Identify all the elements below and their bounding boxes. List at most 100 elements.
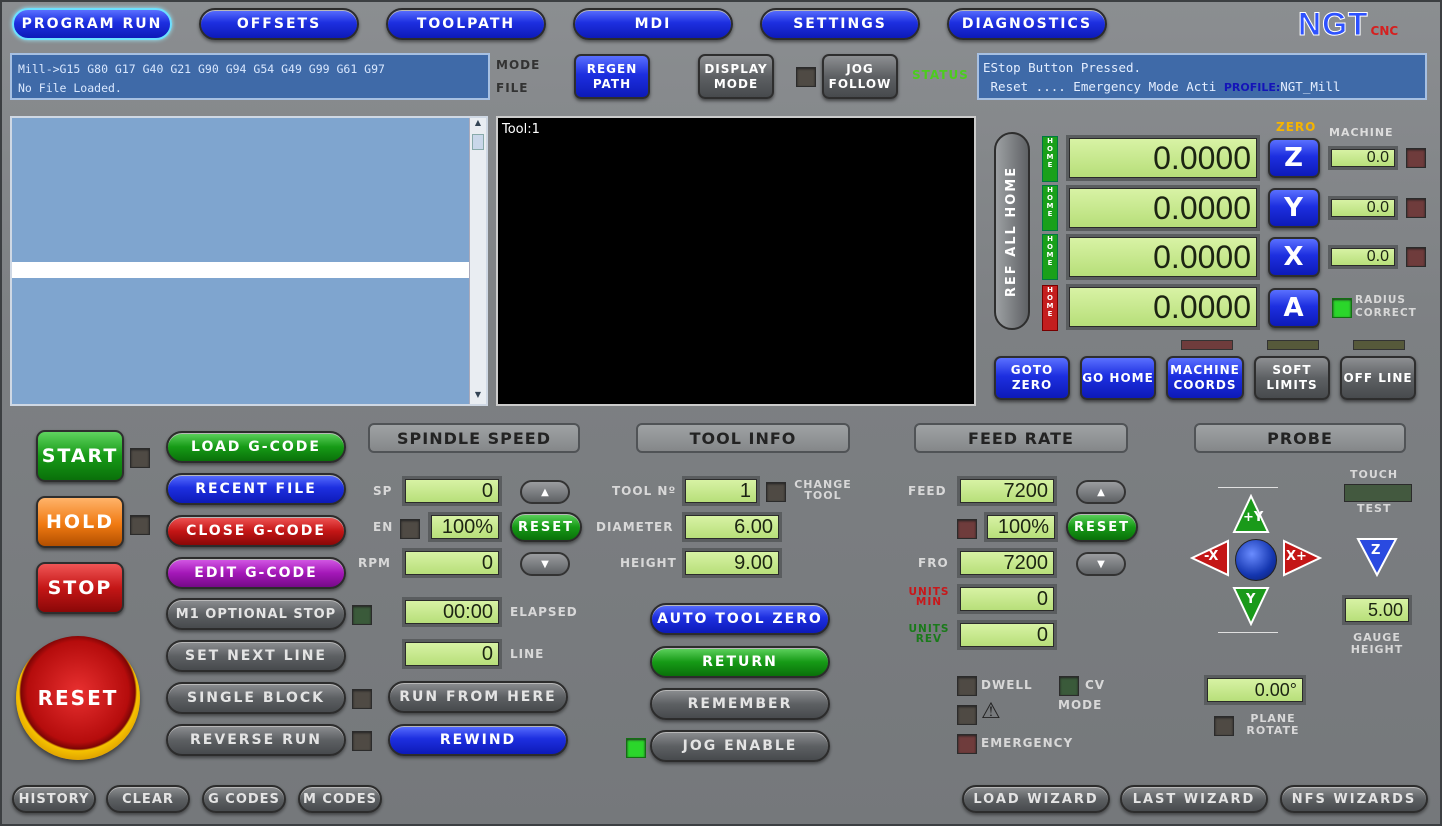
edit-gcode-button[interactable]: EDIT G-CODE (166, 557, 346, 589)
fro-label: FRO (918, 556, 949, 570)
zero-y-button[interactable]: Y (1268, 188, 1320, 228)
plane-rotate-value[interactable]: 0.00° (1204, 675, 1306, 705)
gcode-scrollbar[interactable]: ▲ ▼ (469, 118, 486, 404)
sp-label: SP (373, 484, 393, 498)
zero-z-button[interactable]: Z (1268, 138, 1320, 178)
feed-down-button[interactable]: ▼ (1076, 552, 1126, 576)
tool-no-value[interactable]: 1 (682, 476, 760, 506)
warning-icon: ⚠ (981, 699, 1001, 724)
probe-plus-y-button[interactable]: +Y (1232, 493, 1270, 534)
load-gcode-button[interactable]: LOAD G-CODE (166, 431, 346, 463)
history-button[interactable]: HISTORY (12, 785, 96, 813)
set-next-line-button[interactable]: SET NEXT LINE (166, 640, 346, 672)
display-mode-button[interactable]: DISPLAY MODE (698, 54, 774, 99)
spindle-rpm-value: 0 (402, 548, 502, 578)
scroll-thumb[interactable] (472, 134, 484, 150)
gcode-list[interactable]: ▲ ▼ (10, 116, 488, 406)
tab-diagnostics[interactable]: DIAGNOSTICS (947, 8, 1107, 40)
probe-minus-x-button[interactable]: -X (1189, 539, 1230, 577)
spindle-down-button[interactable]: ▼ (520, 552, 570, 576)
touch-test-led[interactable] (1344, 484, 1412, 502)
soft-limits-button[interactable]: SOFT LIMITS (1254, 356, 1330, 400)
jog-follow-button[interactable]: JOG FOLLOW (822, 54, 898, 99)
tab-offsets[interactable]: OFFSETS (199, 8, 359, 40)
probe-z-button[interactable]: Z (1356, 537, 1398, 578)
profile-label: PROFILE: (1223, 81, 1281, 94)
cycle-start-led (130, 448, 150, 468)
recent-file-button[interactable]: RECENT FILE (166, 473, 346, 505)
go-home-button[interactable]: GO HOME (1080, 356, 1156, 400)
toolpath-view[interactable]: Tool:1 (496, 116, 976, 406)
dro-z-value[interactable]: 0.0000 (1066, 135, 1260, 181)
ref-all-home-button[interactable]: REF ALL HOME (994, 132, 1030, 330)
stop-button[interactable]: STOP (36, 562, 124, 614)
spindle-speed-header: SPINDLE SPEED (368, 423, 580, 453)
auto-tool-zero-button[interactable]: AUTO TOOL ZERO (650, 603, 830, 635)
tool-height-value[interactable]: 9.00 (682, 548, 782, 578)
m1-optional-stop-button[interactable]: M1 OPTIONAL STOP (166, 598, 346, 630)
status-panel: EStop Button Pressed. Reset .... Emergen… (977, 53, 1427, 100)
single-block-button[interactable]: SINGLE BLOCK (166, 682, 346, 714)
dro-a-value[interactable]: 0.0000 (1066, 284, 1260, 330)
feed-hold-button[interactable]: HOLD (36, 496, 124, 548)
tab-program-run[interactable]: PROGRAM RUN (12, 8, 172, 40)
reset-button[interactable]: RESET (16, 636, 140, 760)
radius-correct-label: RADIUS CORRECT (1355, 294, 1417, 319)
probe-header: PROBE (1194, 423, 1406, 453)
cycle-start-button[interactable]: START (36, 430, 124, 482)
m-codes-button[interactable]: M CODES (298, 785, 382, 813)
feed-value[interactable]: 7200 (957, 476, 1057, 506)
cv-mode-label: MODE (1058, 698, 1103, 712)
machine-coords-button[interactable]: MACHINE COORDS (1166, 356, 1244, 400)
spindle-reset-button[interactable]: RESET (510, 512, 582, 542)
toolpath-tool-label: Tool:1 (502, 122, 540, 137)
cv-led (1059, 676, 1079, 696)
cv-label: CV (1085, 678, 1106, 692)
clear-button[interactable]: CLEAR (106, 785, 190, 813)
probe-minus-y-button[interactable]: Y (1232, 586, 1270, 627)
return-button[interactable]: RETURN (650, 646, 830, 678)
rewind-button[interactable]: REWIND (388, 724, 568, 756)
probe-plus-x-button[interactable]: X+ (1282, 539, 1323, 577)
goto-zero-button[interactable]: GOTO ZERO (994, 356, 1070, 400)
jog-enable-button[interactable]: JOG ENABLE (650, 730, 830, 762)
dwell-label: DWELL (981, 678, 1033, 692)
radius-correct-led[interactable] (1332, 298, 1352, 318)
reverse-run-led (352, 731, 372, 751)
zero-x-button[interactable]: X (1268, 237, 1320, 277)
close-gcode-button[interactable]: CLOSE G-CODE (166, 515, 346, 547)
dro-y-value[interactable]: 0.0000 (1066, 185, 1260, 231)
feed-override-value[interactable]: 100% (984, 512, 1058, 542)
load-wizard-button[interactable]: LOAD WIZARD (962, 785, 1110, 813)
line-label: LINE (510, 647, 545, 661)
gcode-current-line (12, 262, 472, 278)
regen-path-button[interactable]: REGEN PATH (574, 54, 650, 99)
zero-a-button[interactable]: A (1268, 288, 1320, 328)
last-wizard-button[interactable]: LAST WIZARD (1120, 785, 1268, 813)
feed-up-button[interactable]: ▲ (1076, 480, 1126, 504)
offline-button[interactable]: OFF LINE (1340, 356, 1416, 400)
scroll-down-icon[interactable]: ▼ (470, 390, 486, 404)
tab-settings[interactable]: SETTINGS (760, 8, 920, 40)
tab-mdi[interactable]: MDI (573, 8, 733, 40)
probe-center-button[interactable] (1235, 539, 1277, 581)
tab-toolpath[interactable]: TOOLPATH (386, 8, 546, 40)
feed-hold-led (130, 515, 150, 535)
scroll-up-icon[interactable]: ▲ (470, 118, 486, 132)
spindle-override-value[interactable]: 100% (428, 512, 502, 542)
touch-label: TOUCH (1350, 468, 1399, 481)
gauge-height-value[interactable]: 5.00 (1342, 595, 1412, 625)
run-from-here-button[interactable]: RUN FROM HERE (388, 681, 568, 713)
profile-value: NGT_Mill (1280, 79, 1341, 94)
nfs-wizards-button[interactable]: NFS WIZARDS (1280, 785, 1428, 813)
feed-reset-button[interactable]: RESET (1066, 512, 1138, 542)
gcode-status-panel: Mill->G15 G80 G17 G40 G21 G90 G94 G54 G4… (10, 53, 490, 100)
dro-x-value[interactable]: 0.0000 (1066, 234, 1260, 280)
tool-diameter-value[interactable]: 6.00 (682, 512, 782, 542)
remember-button[interactable]: REMEMBER (650, 688, 830, 720)
spindle-sp-value[interactable]: 0 (402, 476, 502, 506)
home-x-indicator: HOME (1042, 234, 1058, 280)
g-codes-button[interactable]: G CODES (202, 785, 286, 813)
spindle-up-button[interactable]: ▲ (520, 480, 570, 504)
reverse-run-button[interactable]: REVERSE RUN (166, 724, 346, 756)
